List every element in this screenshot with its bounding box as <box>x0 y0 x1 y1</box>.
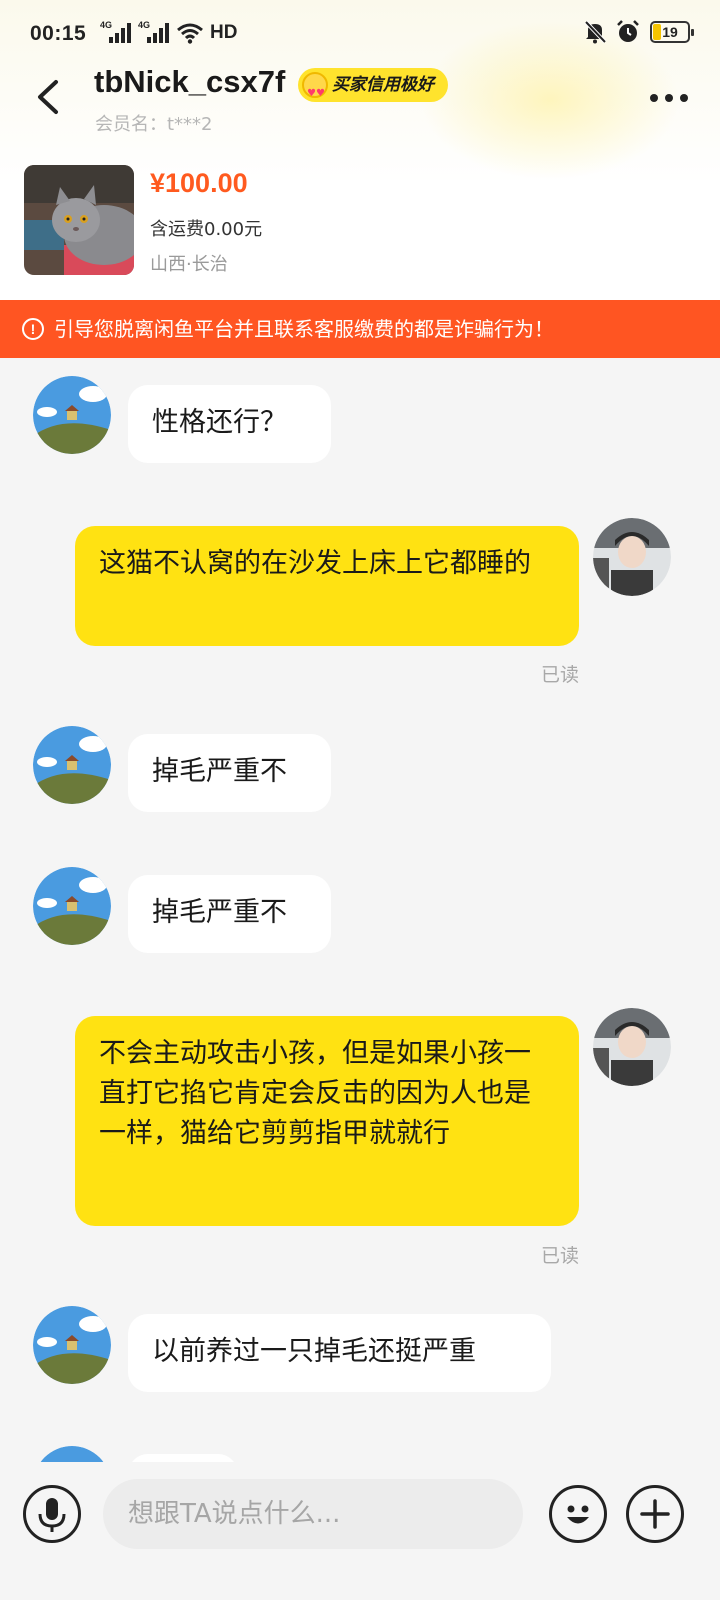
alert-circle-icon: ! <box>22 318 44 340</box>
message-input-bar: 想跟TA说点什么... <box>0 1462 720 1600</box>
message-text: 掉毛严重不 <box>152 756 287 787</box>
bell-off-icon <box>584 20 606 44</box>
chat-partner-nickname[interactable]: tbNick_csx7f <box>94 64 285 100</box>
product-location: 山西·长治 <box>150 254 228 275</box>
message-bubble-incoming[interactable]: 掉毛严重不 <box>128 734 331 812</box>
hd-label: HD <box>210 22 238 43</box>
warning-text: 引导您脱离闲鱼平台并且联系客服缴费的都是诈骗行为！ <box>54 317 554 341</box>
status-bar: 00:15 4G 4G HD 19 <box>0 18 720 54</box>
product-price: ¥100.00 <box>150 168 248 198</box>
battery-indicator: 19 <box>650 21 694 43</box>
more-button[interactable] <box>650 88 694 108</box>
voice-button[interactable] <box>23 1485 81 1543</box>
add-button[interactable] <box>626 1485 684 1543</box>
message-input[interactable]: 想跟TA说点什么... <box>103 1479 523 1549</box>
product-image[interactable] <box>24 165 134 275</box>
message-bubble-incoming[interactable]: 性格还行？ <box>128 385 331 463</box>
credit-badge[interactable]: 买家信用极好 <box>298 68 448 111</box>
partner-avatar[interactable] <box>33 867 111 945</box>
partner-avatar[interactable] <box>33 1306 111 1384</box>
read-receipt: 已读 <box>541 664 580 686</box>
shipping-info: 含运费0.00元 <box>150 219 263 240</box>
status-right-icons: 19 <box>584 20 694 44</box>
message-bubble-outgoing[interactable]: 这猫不认窝的在沙发上床上它都睡的 <box>75 526 579 646</box>
message-text: 这猫不认窝的在沙发上床上它都睡的 <box>99 548 531 579</box>
read-receipt: 已读 <box>541 1245 580 1267</box>
partner-avatar[interactable] <box>33 376 111 454</box>
wifi-icon <box>177 23 203 44</box>
my-avatar[interactable] <box>593 518 671 596</box>
cat-photo <box>24 165 134 275</box>
more-dots-icon <box>650 94 658 102</box>
plus-icon <box>640 1499 670 1529</box>
signal-icon: 4G <box>100 20 132 45</box>
back-button[interactable] <box>26 72 76 122</box>
member-name: 会员名：t***2 <box>95 114 213 135</box>
message-text: 掉毛严重不 <box>152 897 287 928</box>
signal-icon: 4G <box>138 20 170 45</box>
partner-avatar[interactable] <box>33 726 111 804</box>
alarm-icon <box>617 20 639 42</box>
message-bubble-outgoing[interactable]: 不会主动攻击小孩，但是如果小孩一直打它掐它肯定会反击的因为人也是一样，猫给它剪剪… <box>75 1016 579 1226</box>
credit-badge-label: 买家信用极好 <box>332 75 434 95</box>
status-left-icons: 4G 4G HD <box>100 20 238 45</box>
message-bubble-incoming[interactable]: 以前养过一只掉毛还挺严重 <box>128 1314 551 1392</box>
microphone-icon <box>38 1498 66 1532</box>
emoji-button[interactable] <box>549 1485 607 1543</box>
fraud-warning-banner: ! 引导您脱离闲鱼平台并且联系客服缴费的都是诈骗行为！ <box>0 300 720 358</box>
emoji-icon <box>567 1505 589 1524</box>
message-text: 性格还行？ <box>152 407 287 438</box>
message-text: 不会主动攻击小孩，但是如果小孩一直打它掐它肯定会反击的因为人也是一样，猫给它剪剪… <box>99 1038 531 1149</box>
message-text: 以前养过一只掉毛还挺严重 <box>152 1336 476 1367</box>
my-avatar[interactable] <box>593 1008 671 1086</box>
status-time: 00:15 <box>30 22 87 45</box>
message-bubble-incoming[interactable]: 掉毛严重不 <box>128 875 331 953</box>
back-arrow-icon <box>38 80 58 114</box>
heart-eyes-emoji-icon <box>302 72 328 111</box>
